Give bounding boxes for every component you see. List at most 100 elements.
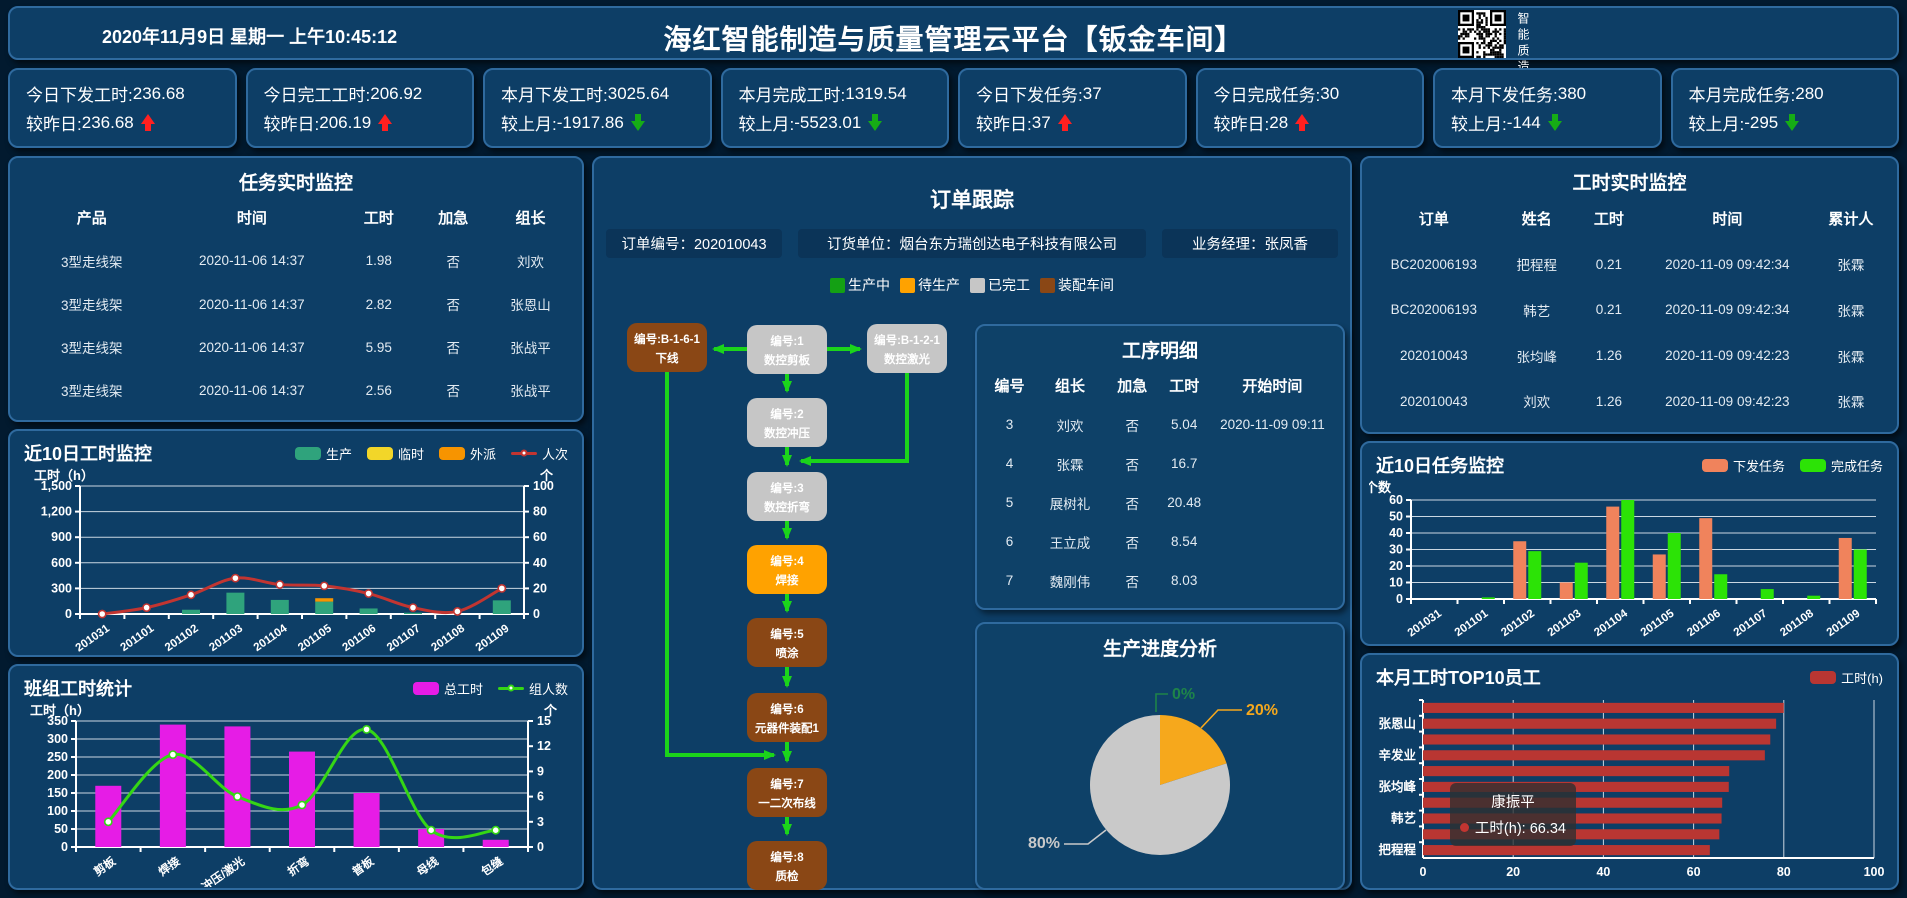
trend-arrow-icon: [378, 114, 392, 131]
legend-item[interactable]: 完成任务: [1800, 456, 1883, 475]
table-row: 4张霖否16.7: [987, 444, 1333, 483]
table-cell: 8.54: [1157, 534, 1212, 549]
legend-item[interactable]: 人次: [511, 444, 568, 463]
panel-hours-chart: 近10日工时监控 生产临时外派人次 03006009001,2001,500工时…: [8, 429, 584, 657]
panel-title: 生产进度分析: [977, 624, 1343, 661]
order-manager-box: 业务经理：张凤香: [1162, 229, 1338, 258]
legend-swatch-icon: [1040, 278, 1055, 293]
legend-item[interactable]: 临时: [367, 444, 424, 463]
flow-node[interactable]: 编号:7一二次布线: [747, 768, 827, 817]
table-cell: 1.26: [1578, 348, 1640, 363]
trend-arrow-icon: [631, 114, 645, 131]
svg-text:编号:6: 编号:6: [770, 702, 803, 716]
legend-label: 生产: [326, 444, 352, 463]
svg-text:韩艺: 韩艺: [1391, 811, 1416, 826]
table-cell: 张霖: [1815, 300, 1887, 320]
chart-title: 班组工时统计: [24, 675, 132, 701]
legend-item[interactable]: 外派: [439, 444, 496, 463]
legend-item[interactable]: 组人数: [498, 679, 568, 698]
kpi-compare: 较上月: -144: [1451, 110, 1644, 135]
svg-text:201106: 201106: [341, 623, 379, 654]
flow-node[interactable]: 编号:5喷涂: [747, 618, 827, 667]
table-cell: 0.21: [1578, 302, 1640, 317]
tasks-bar-chart[interactable]: 0102030405060个数2010312011012011022011032…: [1369, 480, 1890, 639]
table-cell: 把程程: [1496, 254, 1578, 274]
table-row: 3型走线架2020-11-06 14:372.82否张恩山: [20, 282, 572, 325]
table-cell: 张恩山: [489, 294, 572, 314]
process-detail-table: 编号组长加急工时开始时间3刘欢否5.042020-11-09 09:114张霖否…: [987, 366, 1333, 600]
svg-text:40: 40: [533, 556, 547, 570]
legend-label: 人次: [542, 444, 568, 463]
legend-item[interactable]: 生产: [295, 444, 352, 463]
table-cell: 2.82: [340, 297, 417, 312]
flow-node[interactable]: 编号:3数控折弯: [747, 472, 827, 521]
trend-arrow-icon: [141, 114, 155, 131]
progress-pie-chart[interactable]: 0%20%80%: [980, 663, 1340, 891]
chart-title: 近10日任务监控: [1376, 452, 1504, 478]
svg-text:300: 300: [51, 581, 72, 595]
legend-item: 生产中: [830, 275, 890, 295]
kpi-value: 本月完成任务: 280: [1689, 81, 1882, 106]
flow-node[interactable]: 编号:B-1-6-1下线: [627, 323, 707, 372]
chart-legend: 生产临时外派 人次: [295, 444, 568, 463]
table-cell: 8.03: [1157, 573, 1212, 588]
svg-text:20: 20: [1389, 559, 1403, 573]
panel-order-tracking: 订单跟踪 订单编号：202010043 订货单位：烟台东方瑞创达电子科技有限公司…: [592, 156, 1352, 890]
panel-top10-chart: 本月工时TOP10员工 工时(h) 020406080100张恩山辛发业张均峰韩…: [1360, 653, 1899, 890]
table-cell: 工时: [1578, 208, 1640, 229]
table-cell: BC202006193: [1372, 302, 1496, 317]
status-legend: 生产中待生产已完工装配车间: [594, 275, 1350, 295]
svg-text:201107: 201107: [1732, 608, 1770, 639]
tooltip-name: 康振平: [1460, 791, 1566, 812]
kpi-compare: 较昨日: 206.19: [264, 110, 457, 135]
legend-item[interactable]: 工时(h): [1810, 668, 1883, 687]
flow-node[interactable]: 编号:8质检: [747, 841, 827, 890]
team-combo-chart[interactable]: 050100150200250300350工时（h）03691215个剪板焊接冲…: [20, 703, 572, 887]
svg-text:编号:4: 编号:4: [770, 554, 804, 568]
flow-node[interactable]: 编号:4焊接: [747, 545, 827, 594]
table-cell: 4: [987, 456, 1032, 471]
trend-arrow-icon: [1785, 114, 1799, 131]
flow-node[interactable]: 编号:B-1-2-1数控激光: [867, 324, 947, 373]
legend-item[interactable]: 总工时: [413, 679, 483, 698]
table-cell: 否: [417, 337, 489, 357]
table-cell: 202010043: [1372, 348, 1496, 363]
svg-text:200: 200: [47, 768, 68, 782]
svg-text:20%: 20%: [1246, 702, 1278, 719]
process-flow-diagram[interactable]: 编号:B-1-6-1下线编号:1数控剪板编号:B-1-2-1数控激光编号:2数控…: [598, 318, 988, 894]
flow-node[interactable]: 编号:1数控剪板: [747, 325, 827, 374]
legend-swatch-icon: [367, 447, 393, 460]
top10-hbar-chart[interactable]: 020406080100张恩山辛发业张均峰韩艺把程程: [1369, 692, 1890, 886]
svg-text:编号:2: 编号:2: [770, 407, 803, 421]
table-cell: 组长: [1032, 375, 1108, 396]
svg-text:9: 9: [537, 764, 544, 778]
table-cell: 3型走线架: [20, 251, 164, 271]
kpi-value: 今日完成任务: 30: [1214, 81, 1407, 106]
table-cell: BC202006193: [1372, 257, 1496, 272]
kpi-value: 本月下发工时: 3025.64: [501, 81, 694, 106]
legend-swatch-icon: [1800, 459, 1826, 472]
svg-text:20: 20: [533, 581, 547, 595]
table-cell: 刘欢: [489, 251, 572, 271]
hours-combo-chart[interactable]: 03006009001,2001,500工时（h）020406080100个20…: [20, 468, 572, 654]
svg-text:201108: 201108: [429, 622, 467, 654]
svg-text:0: 0: [61, 840, 68, 854]
table-header-row: 编号组长加急工时开始时间: [987, 366, 1333, 405]
kpi-value: 本月下发任务: 380: [1451, 81, 1644, 106]
table-cell: 工时: [1157, 375, 1212, 396]
kpi-card: 今日下发任务: 37 较昨日: 37: [958, 68, 1187, 148]
flow-node[interactable]: 编号:6元器件装配1: [747, 693, 827, 742]
svg-text:201105: 201105: [296, 622, 334, 654]
table-row: 3型走线架2020-11-06 14:375.95否张战平: [20, 326, 572, 369]
svg-text:0: 0: [537, 840, 544, 854]
svg-text:编号:7: 编号:7: [770, 777, 803, 791]
kpi-value: 本月完成工时: 1319.54: [739, 81, 932, 106]
worktime-monitor-table: 订单姓名工时时间累计人BC202006193把程程0.212020-11-09 …: [1372, 196, 1887, 424]
legend-item[interactable]: 下发任务: [1702, 456, 1785, 475]
table-header-row: 产品时间工时加急组长: [20, 196, 572, 239]
legend-swatch-icon: [498, 687, 524, 690]
table-row: 3型走线架2020-11-06 14:372.56否张战平: [20, 369, 572, 412]
svg-text:100: 100: [1864, 865, 1885, 879]
svg-text:0: 0: [1396, 592, 1403, 606]
flow-node[interactable]: 编号:2数控冲压: [747, 398, 827, 447]
